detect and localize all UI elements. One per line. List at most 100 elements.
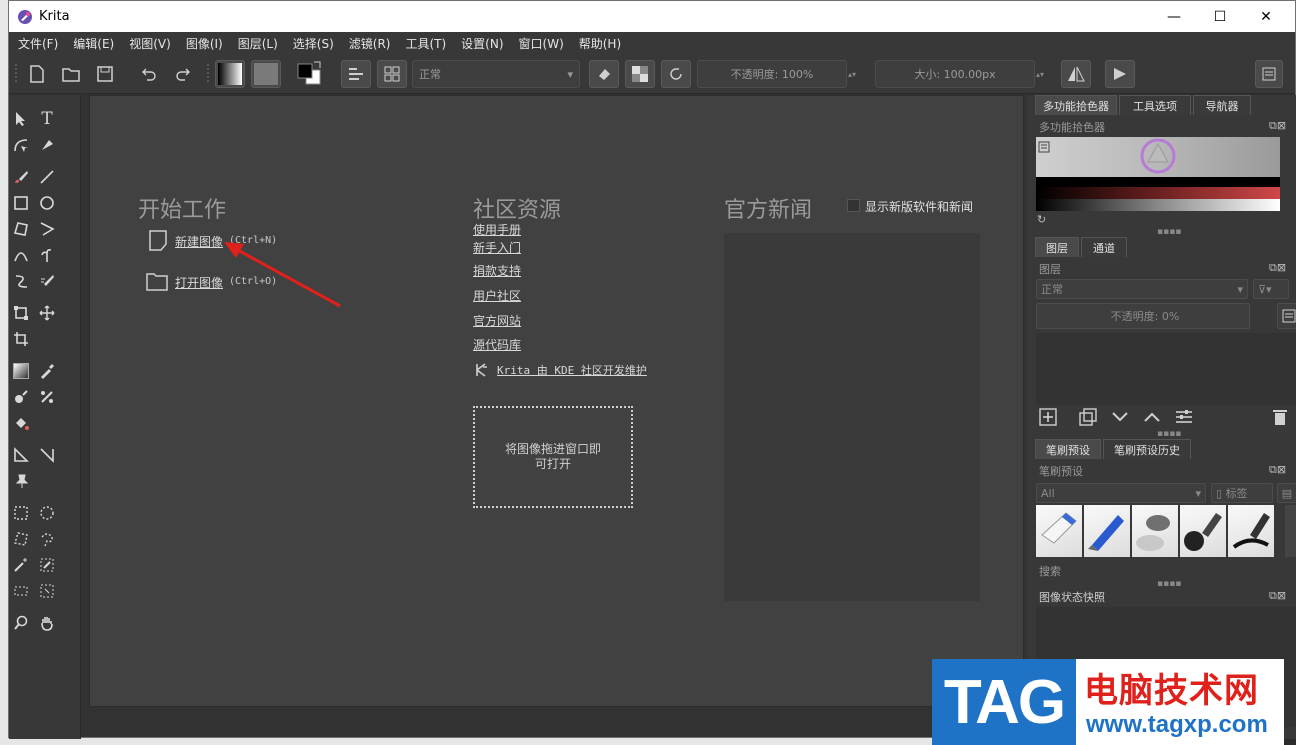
undo-button[interactable] <box>137 60 161 88</box>
polygon-tool[interactable] <box>11 219 31 239</box>
mirror-horizontal-button[interactable] <box>1061 60 1091 88</box>
menu-edit[interactable]: 编辑(E) <box>70 35 117 52</box>
mirror-vertical-button[interactable] <box>1105 60 1135 88</box>
community-link-website[interactable]: 官方网站 <box>473 312 521 329</box>
add-layer-button[interactable] <box>1039 408 1057 429</box>
magnetic-selection-tool[interactable] <box>37 581 57 601</box>
color-selector-panel[interactable] <box>1036 137 1280 211</box>
duplicate-layer-button[interactable] <box>1079 408 1097 429</box>
panel-splitter[interactable]: ▪▪▪▪ <box>1157 227 1181 237</box>
gradient-selector[interactable] <box>215 60 245 88</box>
brush-preset-eraser[interactable] <box>1036 505 1082 557</box>
brush-preset-ink[interactable] <box>1180 505 1226 557</box>
menu-filter[interactable]: 滤镜(R) <box>346 35 394 52</box>
minimize-button[interactable]: — <box>1151 1 1197 32</box>
float-panel-icon[interactable]: ⧉⊠ <box>1269 119 1286 133</box>
size-slider[interactable]: 大小: 100.00px <box>875 60 1035 88</box>
layer-filter-button[interactable]: ⊽▾ <box>1253 279 1289 299</box>
panel-splitter[interactable]: ▪▪▪▪ <box>1157 579 1181 589</box>
community-link-forum[interactable]: 用户社区 <box>473 287 521 304</box>
menu-layer[interactable]: 图层(L) <box>235 35 281 52</box>
reload-preset-button[interactable] <box>661 60 691 88</box>
blend-mode-select[interactable]: 正常 ▾ <box>412 60 580 88</box>
open-image-link[interactable]: 打开图像 <box>175 274 223 291</box>
brush-tag-select[interactable]: ▯ 标签 <box>1211 483 1273 503</box>
float-panel-icon[interactable]: ⧉⊠ <box>1269 589 1286 603</box>
brush-preset-pencil[interactable] <box>1084 505 1130 557</box>
freehand-path-tool[interactable] <box>37 245 57 265</box>
move-layer-up-button[interactable] <box>1143 408 1161 429</box>
bezier-selection-tool[interactable] <box>11 581 31 601</box>
community-link-donate[interactable]: 捐款支持 <box>473 262 521 279</box>
eraser-mode-button[interactable] <box>589 60 619 88</box>
tab-channels[interactable]: 通道 <box>1081 237 1127 257</box>
brush-view-button[interactable]: ▤ <box>1277 483 1296 503</box>
elliptical-selection-tool[interactable] <box>37 503 57 523</box>
close-button[interactable]: ✕ <box>1243 1 1289 32</box>
menu-settings[interactable]: 设置(N) <box>458 35 506 52</box>
multibrush-tool[interactable] <box>37 271 57 291</box>
opacity-slider[interactable]: 不透明度: 100% <box>697 60 847 88</box>
menu-file[interactable]: 文件(F) <box>15 35 61 52</box>
ellipse-tool[interactable] <box>37 193 57 213</box>
rectangle-tool[interactable] <box>11 193 31 213</box>
freehand-brush-tool[interactable] <box>11 167 31 187</box>
calligraphy-tool[interactable] <box>37 135 57 155</box>
line-tool[interactable] <box>37 167 57 187</box>
pattern-selector[interactable] <box>251 60 281 88</box>
panel-splitter[interactable]: ▪▪▪▪ <box>1157 429 1181 439</box>
new-document-button[interactable] <box>25 60 49 88</box>
menu-tools[interactable]: 工具(T) <box>402 35 449 52</box>
tab-navigator[interactable]: 导航器 <box>1193 95 1251 115</box>
rectangular-selection-tool[interactable] <box>11 503 31 523</box>
text-tool[interactable]: T <box>37 109 57 129</box>
opacity-spinner[interactable]: ▴▾ <box>847 60 857 88</box>
similar-color-selection-tool[interactable] <box>37 555 57 575</box>
save-button[interactable] <box>93 60 117 88</box>
news-checkbox[interactable] <box>847 199 860 212</box>
layer-options-button[interactable] <box>1175 408 1193 429</box>
dynamic-brush-tool[interactable] <box>11 271 31 291</box>
layer-opacity-slider[interactable]: 不透明度: 0% <box>1036 303 1250 329</box>
float-panel-icon[interactable]: ⧉⊠ <box>1269 261 1286 275</box>
community-link-source[interactable]: 源代码库 <box>473 336 521 353</box>
tab-advanced-color-selector[interactable]: 多功能拾色器 <box>1035 95 1117 115</box>
color-picker-tool[interactable] <box>37 361 57 381</box>
transform-tool[interactable] <box>11 303 31 323</box>
edit-shapes-tool[interactable] <box>11 135 31 155</box>
measure-tool[interactable] <box>37 445 57 465</box>
colorize-mask-tool[interactable] <box>11 387 31 407</box>
brush-presets-button[interactable] <box>377 60 407 88</box>
zoom-tool[interactable] <box>11 613 31 633</box>
color-refresh-icon[interactable]: ↻ <box>1037 213 1046 226</box>
polygonal-selection-tool[interactable] <box>11 529 31 549</box>
crop-tool[interactable] <box>11 329 31 349</box>
open-document-button[interactable] <box>59 60 83 88</box>
tab-tool-options[interactable]: 工具选项 <box>1119 95 1191 115</box>
assistant-tool[interactable] <box>11 445 31 465</box>
smart-patch-tool[interactable] <box>37 387 57 407</box>
layer-blend-select[interactable]: 正常 ▾ <box>1036 279 1248 299</box>
bezier-curve-tool[interactable] <box>11 245 31 265</box>
brush-filter-select[interactable]: All ▾ <box>1036 483 1206 503</box>
menu-image[interactable]: 图像(I) <box>183 35 226 52</box>
brush-scrollbar[interactable] <box>1285 505 1296 557</box>
gradient-tool[interactable] <box>11 361 31 381</box>
layer-properties-button[interactable] <box>1277 303 1296 329</box>
community-link-getting-started[interactable]: 新手入门 <box>473 239 521 256</box>
size-spinner[interactable]: ▴▾ <box>1035 60 1045 88</box>
kde-credit-link[interactable]: Krita 由 KDE 社区开发维护 <box>497 362 647 378</box>
move-layer-down-button[interactable] <box>1111 408 1129 429</box>
tab-brush-history[interactable]: 笔刷预设历史 <box>1103 439 1191 459</box>
new-image-link[interactable]: 新建图像 <box>175 233 223 250</box>
delete-layer-button[interactable] <box>1272 408 1288 429</box>
freehand-selection-tool[interactable] <box>37 529 57 549</box>
menu-help[interactable]: 帮助(H) <box>576 35 624 52</box>
tab-layers[interactable]: 图层 <box>1035 237 1079 257</box>
brush-preset-marker[interactable] <box>1228 505 1274 557</box>
fill-tool[interactable] <box>11 413 31 433</box>
menu-window[interactable]: 窗口(W) <box>516 35 567 52</box>
maximize-button[interactable]: ☐ <box>1197 1 1243 32</box>
polyline-tool[interactable] <box>37 219 57 239</box>
fg-bg-color-selector[interactable] <box>295 60 325 88</box>
